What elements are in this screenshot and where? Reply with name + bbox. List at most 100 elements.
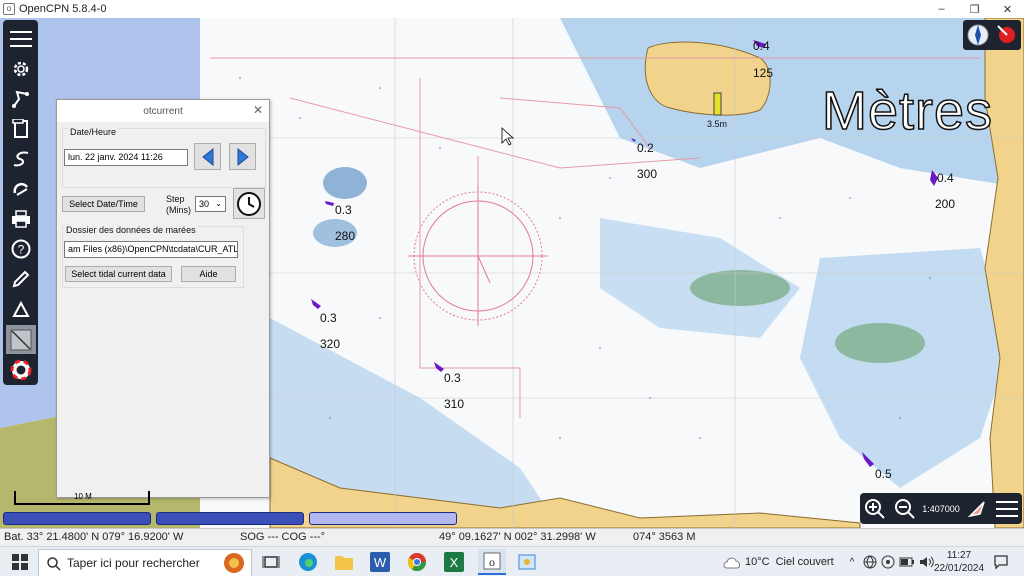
track-button[interactable] bbox=[6, 144, 36, 174]
help-dialog-button[interactable]: Aide bbox=[181, 266, 236, 282]
help-button[interactable]: ? bbox=[6, 235, 36, 265]
system-tray: ^ bbox=[845, 547, 935, 576]
tides-button[interactable] bbox=[6, 174, 36, 204]
otcurrent-plugin-button[interactable] bbox=[5, 324, 36, 355]
clock[interactable]: 11:27 22/01/2024 bbox=[931, 547, 987, 576]
excel-icon: X bbox=[444, 552, 464, 572]
edge-icon bbox=[299, 553, 317, 571]
boat-position: Bat. 33° 21.4800' N 079° 16.9200' W bbox=[4, 531, 184, 543]
draw-tool-button[interactable] bbox=[6, 265, 36, 295]
menu-button[interactable] bbox=[6, 24, 36, 54]
current-speed-label: 0.4 bbox=[753, 39, 770, 53]
tide-gauge-icon bbox=[713, 92, 722, 116]
minimize-button[interactable]: – bbox=[925, 0, 958, 18]
restore-button[interactable]: ❐ bbox=[958, 0, 991, 18]
title-bar: o OpenCPN 5.8.4-0 – ❐ ✕ bbox=[0, 0, 1024, 18]
mob-button[interactable] bbox=[6, 355, 36, 385]
clock-time: 11:27 bbox=[946, 550, 972, 561]
sog-cog: SOG --- COG ---° bbox=[240, 531, 326, 543]
battery-icon[interactable] bbox=[899, 556, 915, 568]
chart-menu-button[interactable] bbox=[992, 495, 1022, 523]
boat-icon bbox=[967, 500, 985, 517]
task-view-button[interactable] bbox=[261, 552, 281, 572]
tide-gauge-label: 3.5m bbox=[707, 119, 728, 129]
word-button[interactable]: W bbox=[370, 552, 390, 572]
otcurrent-icon bbox=[10, 329, 31, 351]
hamburger-icon bbox=[996, 500, 1018, 517]
windows-logo-icon bbox=[12, 554, 28, 570]
tidal-data-folder-field[interactable]: am Files (x86)\OpenCPN\tcdata\CUR_ATL bbox=[64, 241, 238, 258]
zoom-in-button[interactable] bbox=[860, 495, 890, 523]
measure-icon bbox=[11, 301, 30, 318]
arrow-right-icon bbox=[237, 147, 249, 166]
follow-boat-button[interactable] bbox=[962, 495, 992, 523]
dialog-close-button[interactable]: ✕ bbox=[253, 103, 263, 117]
current-speed-label: 0.4 bbox=[937, 171, 954, 185]
word-icon: W bbox=[370, 552, 390, 572]
select-tidal-data-button[interactable]: Select tidal current data bbox=[65, 266, 172, 282]
hamburger-icon bbox=[9, 30, 32, 47]
chart-piano-key-2[interactable] bbox=[156, 512, 304, 525]
chrome-button[interactable] bbox=[407, 552, 427, 572]
current-speed-label: 0.5 bbox=[875, 467, 892, 481]
paint-button[interactable] bbox=[517, 552, 537, 572]
route-manager-button[interactable] bbox=[6, 114, 36, 144]
step-label: Step bbox=[166, 194, 185, 204]
weather-temperature: 10°C bbox=[745, 556, 770, 568]
close-window-button[interactable]: ✕ bbox=[991, 0, 1024, 18]
start-button[interactable] bbox=[12, 554, 28, 573]
notifications-button[interactable] bbox=[993, 547, 1009, 576]
tide-icon bbox=[13, 183, 28, 197]
chevron-down-icon: ⌄ bbox=[215, 199, 222, 208]
zoom-controls: 1:407000 bbox=[860, 493, 1022, 524]
scale-bar-label: 10 M bbox=[74, 492, 92, 501]
compass-widget[interactable] bbox=[963, 20, 1021, 50]
svg-text:W: W bbox=[374, 555, 387, 570]
date-group-label: Date/Heure bbox=[68, 127, 119, 137]
date-field[interactable]: lun. 22 janv. 2024 11:26 bbox=[64, 149, 188, 166]
file-explorer-button[interactable] bbox=[334, 552, 354, 572]
opencpn-window: o OpenCPN 5.8.4-0 – ❐ ✕ 0.4 125 0.2 300 … bbox=[0, 0, 1024, 576]
svg-text:?: ? bbox=[17, 243, 24, 257]
zoom-out-button[interactable] bbox=[890, 495, 920, 523]
measure-button[interactable] bbox=[6, 295, 36, 325]
chart-piano-key-1[interactable] bbox=[3, 512, 151, 525]
route-button[interactable] bbox=[6, 84, 36, 114]
settings-button[interactable] bbox=[6, 54, 36, 84]
arrow-left-icon bbox=[201, 147, 213, 166]
current-speed-label: 0.3 bbox=[444, 371, 461, 385]
zoom-out-icon bbox=[895, 498, 915, 519]
current-speed-label: 0.3 bbox=[320, 311, 337, 325]
pencil-icon bbox=[12, 270, 29, 288]
chart-scale-value: 1:407000 bbox=[922, 503, 960, 514]
cursor-position: 49° 09.1627' N 002° 31.2998' W bbox=[439, 531, 596, 543]
taskbar-search-box[interactable]: Taper ici pour rechercher bbox=[38, 549, 252, 576]
show-hidden-icons-button[interactable]: ^ bbox=[845, 557, 859, 568]
paint-icon bbox=[518, 554, 536, 570]
zoom-in-icon bbox=[865, 498, 885, 519]
opencpn-icon: o bbox=[483, 552, 501, 570]
step-select[interactable]: 30 ⌄ bbox=[195, 196, 226, 212]
dialog-title: otcurrent bbox=[143, 105, 183, 117]
cursor-bearing-distance: 074° 3563 M bbox=[633, 531, 696, 543]
next-time-button[interactable] bbox=[229, 143, 256, 170]
now-button[interactable] bbox=[233, 188, 265, 219]
step-unit-label: (Mins) bbox=[166, 205, 191, 215]
edge-button[interactable] bbox=[298, 552, 318, 572]
clock-icon bbox=[237, 191, 261, 216]
opencpn-taskbar-button[interactable]: o bbox=[478, 549, 506, 575]
main-toolbar: ? bbox=[3, 20, 38, 385]
weather-widget[interactable]: 10°C Ciel couvert bbox=[722, 547, 834, 576]
gear-icon bbox=[13, 61, 28, 77]
language-globe-icon[interactable] bbox=[863, 555, 877, 569]
excel-button[interactable]: X bbox=[444, 552, 464, 572]
onedrive-icon[interactable] bbox=[881, 555, 895, 569]
previous-time-button[interactable] bbox=[194, 143, 221, 170]
chart-piano-key-3[interactable] bbox=[309, 512, 457, 525]
search-placeholder: Taper ici pour rechercher bbox=[67, 556, 200, 570]
current-direction-label: 320 bbox=[320, 337, 341, 351]
print-button[interactable] bbox=[6, 204, 36, 234]
select-date-time-button[interactable]: Select Date/Time bbox=[62, 196, 145, 212]
chart-units-label: Mètres bbox=[821, 80, 994, 142]
current-speed-label: 0.2 bbox=[637, 141, 654, 155]
